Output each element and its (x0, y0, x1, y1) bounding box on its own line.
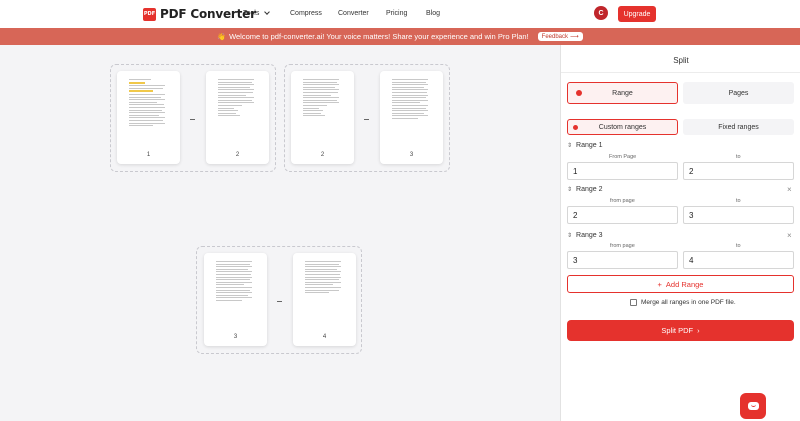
range-3-from-input[interactable]: 3 (567, 251, 678, 269)
logo-text: PDF Converter (160, 7, 256, 21)
page-preview (392, 79, 432, 145)
chevron-down-icon (264, 9, 271, 15)
range-dash (277, 301, 282, 302)
page-thumbnail[interactable]: 1 (117, 71, 180, 164)
nav-converter-label: Converter (338, 10, 369, 17)
custom-ranges-label: Custom ranges (598, 123, 647, 131)
fixed-ranges-label: Fixed ranges (718, 123, 759, 131)
page-number: 3 (233, 334, 238, 340)
page-number: 2 (320, 152, 325, 158)
mode-pages-label: Pages (728, 89, 749, 97)
range-1-to-input[interactable]: 2 (683, 162, 794, 180)
nav-pricing[interactable]: Pricing (386, 10, 407, 17)
nav-blog-label: Blog (426, 10, 441, 17)
radio-selected-icon (573, 124, 578, 130)
page-number: 2 (235, 152, 240, 158)
feedback-button[interactable]: Feedback ⟶ (537, 32, 583, 41)
merge-option[interactable]: Merge all ranges in one PDF file. (630, 299, 736, 306)
nav-pricing-label: Pricing (386, 10, 408, 17)
to-label: to (736, 154, 741, 160)
split-pdf-label: Split PDF (661, 326, 694, 335)
announcement-banner: 👋 Welcome to pdf-converter.ai! Your voic… (0, 28, 800, 45)
page-thumbnail[interactable]: 3 (204, 253, 267, 346)
upgrade-button[interactable]: Upgrade (618, 6, 656, 22)
range-3-title: Range 3 (576, 232, 603, 239)
nav-converter[interactable]: Converter (338, 10, 369, 17)
page-workspace: 1 2 2 3 3 4 (0, 45, 560, 421)
to-label: to (736, 243, 741, 249)
page-thumbnail[interactable]: 4 (293, 253, 356, 346)
close-icon[interactable]: × (787, 185, 792, 194)
from-page-label: from page (610, 243, 635, 249)
range-2-title: Range 2 (576, 186, 603, 193)
merge-checkbox[interactable] (630, 299, 637, 306)
nav-compress[interactable]: Compress (290, 10, 322, 17)
range-1-from-input[interactable]: 1 (567, 162, 678, 180)
mode-range-button[interactable]: Range (567, 82, 678, 104)
from-page-label: from page (610, 198, 635, 204)
range-2-header: ⇕ Range 2 (567, 186, 603, 193)
mode-pages-button[interactable]: Pages (683, 82, 794, 104)
page-preview (129, 79, 169, 145)
panel-divider (561, 72, 800, 73)
close-icon[interactable]: × (787, 231, 792, 240)
add-range-button[interactable]: + Add Range (567, 275, 794, 293)
top-navbar: PDF PDF Converter Tools Compress Convert… (0, 0, 800, 28)
chat-support-button[interactable] (740, 393, 766, 419)
range-2-from-input[interactable]: 2 (567, 206, 678, 224)
chat-icon (747, 402, 759, 410)
add-range-label: Add Range (665, 279, 704, 289)
from-page-label: From Page (609, 154, 637, 160)
drag-handle-icon[interactable]: ⇕ (567, 232, 572, 239)
range-3-header: ⇕ Range 3 (567, 232, 603, 239)
range-dash (190, 119, 195, 120)
mode-range-label: Range (612, 89, 633, 97)
page-preview (216, 261, 256, 327)
page-thumbnail[interactable]: 2 (291, 71, 354, 164)
radio-selected-icon (576, 90, 582, 96)
range-1-title: Range 1 (576, 142, 603, 149)
range-1-header: ⇕ Range 1 (567, 142, 603, 149)
nav-blog[interactable]: Blog (426, 10, 440, 17)
nav-tools-label: Tools (243, 10, 260, 17)
split-pdf-button[interactable]: Split PDF › (567, 320, 794, 341)
nav-tools[interactable]: Tools (243, 9, 271, 17)
merge-label: Merge all ranges in one PDF file. (641, 299, 736, 306)
fixed-ranges-button[interactable]: Fixed ranges (683, 119, 794, 135)
page-thumbnail[interactable]: 3 (380, 71, 443, 164)
page-preview (303, 79, 343, 145)
range-dash (364, 119, 369, 120)
logo[interactable]: PDF PDF Converter (143, 7, 256, 21)
page-number: 1 (146, 152, 151, 158)
chevron-right-icon: › (697, 326, 700, 335)
page-number: 4 (322, 334, 327, 340)
banner-message: Welcome to pdf-converter.ai! Your voice … (229, 32, 529, 41)
avatar[interactable]: C (594, 6, 608, 20)
to-label: to (736, 198, 741, 204)
wave-hand-icon: 👋 (217, 33, 227, 41)
drag-handle-icon[interactable]: ⇕ (567, 186, 572, 193)
pdf-logo-icon: PDF (143, 7, 156, 21)
plus-icon: + (657, 279, 662, 289)
arrow-right-icon: ⟶ (570, 34, 579, 40)
page-preview (305, 261, 345, 327)
split-panel: Split Range Pages Custom ranges Fixed ra… (560, 45, 800, 421)
custom-ranges-button[interactable]: Custom ranges (567, 119, 678, 135)
range-2-to-input[interactable]: 3 (683, 206, 794, 224)
drag-handle-icon[interactable]: ⇕ (567, 142, 572, 149)
page-thumbnail[interactable]: 2 (206, 71, 269, 164)
page-preview (218, 79, 258, 145)
page-number: 3 (409, 152, 414, 158)
panel-title: Split (673, 56, 689, 65)
nav-compress-label: Compress (290, 10, 322, 17)
feedback-label: Feedback (541, 33, 569, 40)
range-3-to-input[interactable]: 4 (683, 251, 794, 269)
